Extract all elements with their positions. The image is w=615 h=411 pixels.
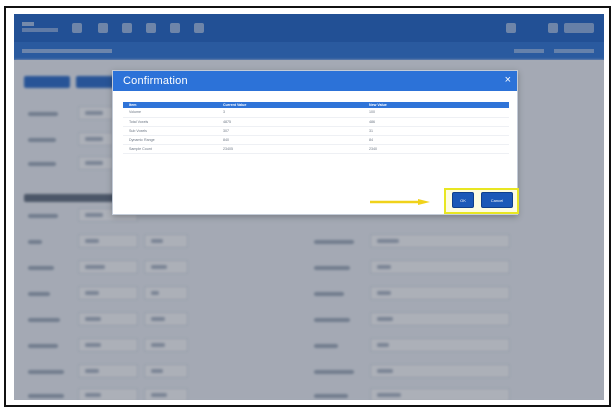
ok-button[interactable]: OK xyxy=(452,192,474,208)
table-row: Sub Voxels 307 31 xyxy=(123,126,509,136)
table-cell: 31 xyxy=(363,126,509,136)
table-cell: 840 xyxy=(217,135,363,145)
table-cell: Volume xyxy=(123,108,217,118)
table-cell: 486 xyxy=(363,117,509,127)
close-icon[interactable]: × xyxy=(505,74,511,86)
confirmation-table: Item Current Value New Value Volume 3 10… xyxy=(123,102,509,154)
table-cell: Sub Voxels xyxy=(123,126,217,136)
table-cell: Dynamic Range xyxy=(123,135,217,145)
table-row: Volume 3 100 xyxy=(123,108,509,118)
table-cell: 84 xyxy=(363,135,509,145)
table-row: Total Voxels 4875 486 xyxy=(123,117,509,127)
dialog-header: Confirmation × xyxy=(113,71,517,91)
table-cell: 4875 xyxy=(217,117,363,127)
table-row: Dynamic Range 840 84 xyxy=(123,135,509,145)
cancel-button[interactable]: Cancel xyxy=(481,192,513,208)
table-cell: 23405 xyxy=(217,144,363,154)
table-row: Sample Count 23405 2340 xyxy=(123,144,509,154)
confirmation-dialog: Confirmation × Item Current Value New Va… xyxy=(112,70,519,215)
app-window: Confirmation × Item Current Value New Va… xyxy=(14,14,604,400)
table-cell: Total Voxels xyxy=(123,117,217,127)
arrow-right-icon xyxy=(370,199,430,205)
table-cell: 2340 xyxy=(363,144,509,154)
screenshot-frame: Confirmation × Item Current Value New Va… xyxy=(4,6,611,407)
dialog-title: Confirmation xyxy=(123,75,188,87)
table-cell: 3 xyxy=(217,108,363,118)
table-cell: 100 xyxy=(363,108,509,118)
table-cell: Sample Count xyxy=(123,144,217,154)
table-cell: 307 xyxy=(217,126,363,136)
